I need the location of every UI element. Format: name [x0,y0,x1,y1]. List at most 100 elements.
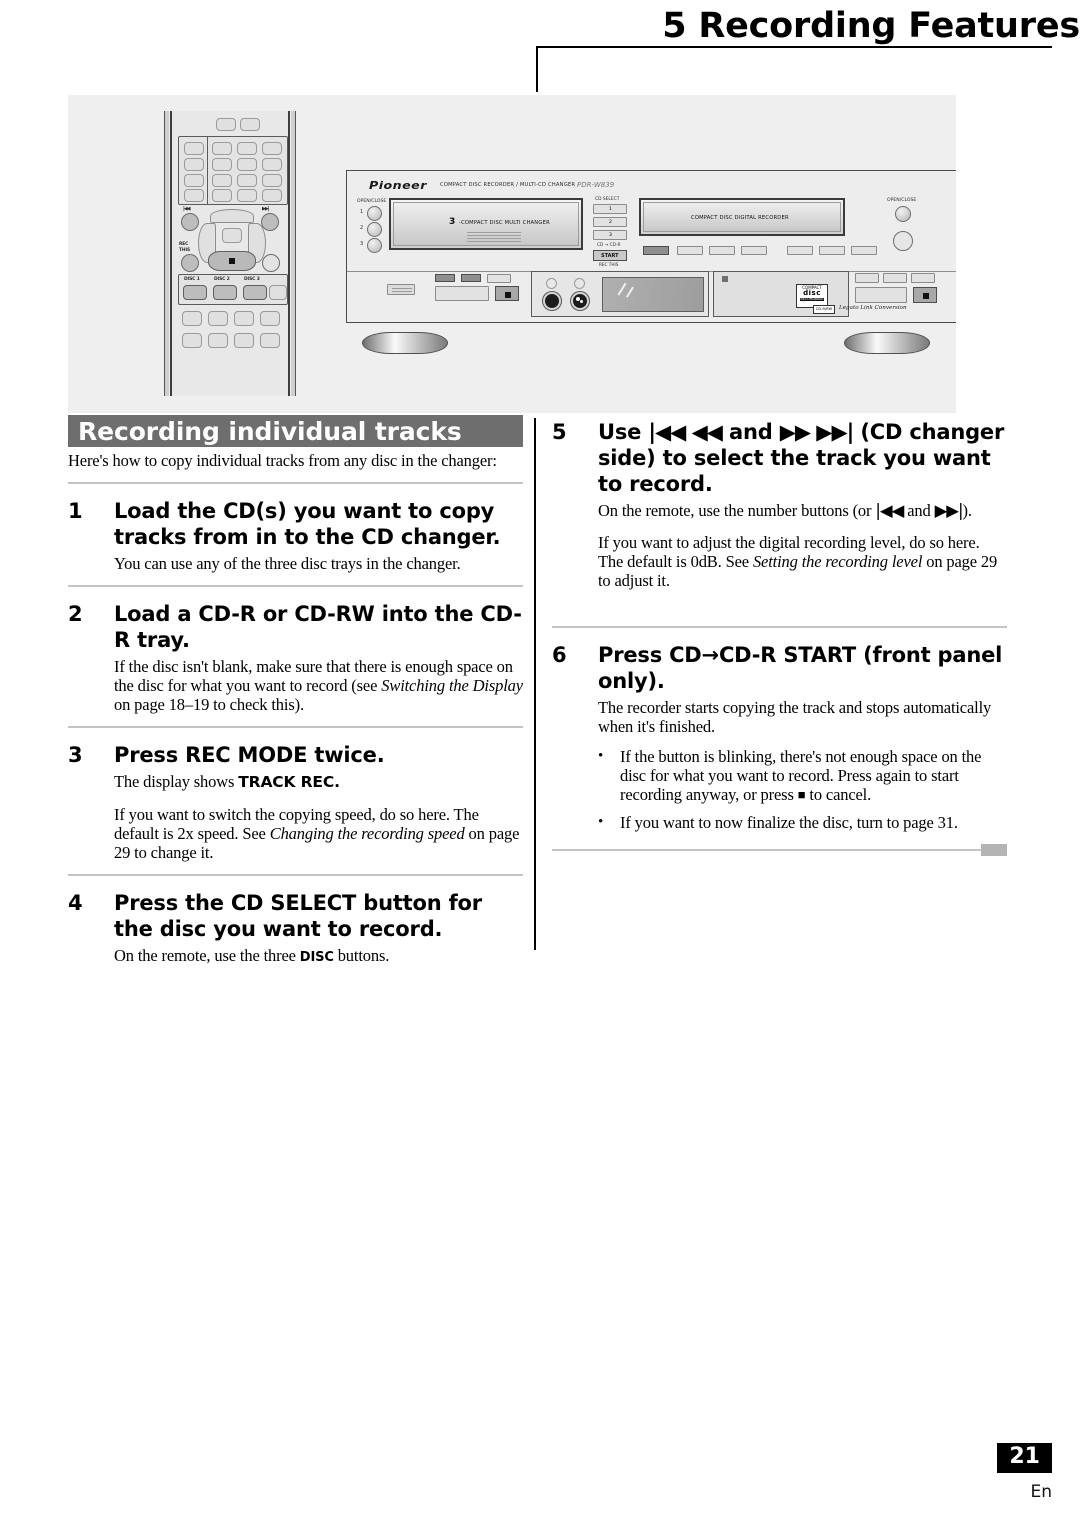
divider-rule-end [552,844,1007,856]
step-5-number: 5 [552,420,567,444]
cd-select-button-2: 2 [593,217,627,227]
remote-key [184,142,204,155]
column-divider [534,418,536,950]
deck-foot-right [844,332,930,354]
deck-next-button [461,274,481,282]
step-4-p-post: buttons. [333,946,390,965]
step-5-p1-mid: and [903,501,935,520]
step-1-number: 1 [68,499,83,523]
remote-keypad-panel [178,136,288,205]
recorder-skip-back-button [855,273,879,283]
changer-tray-grille [467,232,521,242]
remote-key [262,142,282,155]
remote-right-edge [291,111,296,396]
divider-rule [68,874,523,876]
step-3: 3 Press REC MODE twice. The display show… [68,742,523,862]
remote-skip-fwd-label: ▶▶| [262,206,269,212]
bullet-dot-icon: • [598,814,604,830]
cd-select-button-3-label: 3 [609,233,612,238]
changer-tray-number: 3 [449,217,456,227]
skip-back-arrows-icon: |◀◀ ◀◀ [648,420,723,444]
remote-key [237,158,257,171]
deck-open-close-label-right: OPEN/CLOSE [887,198,917,203]
remote-disc1-button [183,285,207,300]
deck-front-panel-illustration: Pioneer COMPACT DISC RECORDER / MULTI-CD… [346,170,960,323]
deck-play-pause-button [435,286,489,301]
skip-forward-arrow-icon: ▶▶| [934,501,964,520]
remote-control-illustration: |◀◀ ▶▶| REC THIS DISC 1 DISC 2 DISC 3 [156,111,304,396]
deck-rec-indicator [722,276,728,282]
cd-select-button-2-label: 2 [609,220,612,225]
section-intro: Here's how to copy individual tracks fro… [68,451,497,470]
step-2-paragraph: If the disc isn't blank, make sure that … [114,657,523,714]
deck-func-button [851,246,877,255]
list-item: • If you want to now finalize the disc, … [598,813,1007,832]
deck-product-line-text: COMPACT DISC RECORDER / MULTI-CD CHANGER [440,182,576,188]
step-2-p-italic: Switching the Display [381,676,523,695]
remote-body: |◀◀ ▶▶| REC THIS DISC 1 DISC 2 DISC 3 [170,111,290,396]
recorder-stop-button [913,287,937,303]
step-4-number: 4 [68,891,83,915]
deck-prev-button [435,274,455,282]
skip-back-arrow-icon: |◀◀ [875,501,904,520]
deck-eject-button-recorder [895,206,911,222]
step-3-p2-italic: Changing the recording speed [269,824,465,843]
bullet-2-text: If you want to now finalize the disc, tu… [620,813,958,832]
changer-disc-tray: 3 -COMPACT DISC MULTI CHANGER [389,198,583,250]
remote-top-key-1 [216,118,236,131]
right-column: 5 Use |◀◀ ◀◀ and ▶▶ ▶▶| (CD changer side… [552,415,1007,856]
step-1-paragraph: You can use any of the three disc trays … [114,554,461,573]
step-5: 5 Use |◀◀ ◀◀ and ▶▶ ▶▶| (CD changer side… [552,419,1007,590]
section-end-tab-marker [981,844,1007,856]
deck-tray-number-2: 2 [360,225,364,231]
display-glint [617,282,627,296]
deck-indicator-hole-1 [546,278,557,289]
deck-eject-button-1 [367,206,382,221]
remote-key [262,189,282,202]
step-5-p1-pre: On the remote, use the number buttons (o… [598,501,876,520]
remote-skip-back-button [181,213,199,231]
headphone-jack [543,292,561,310]
remote-bottom-key [234,333,254,348]
language-code: En [1030,1482,1052,1502]
step-2-p-post: on page 18–19 to check this). [114,695,304,714]
deck-func-button [677,246,703,255]
deck-func-button [819,246,845,255]
remote-disc1-label: DISC 1 [184,277,200,282]
remote-left-edge [164,111,169,396]
page-title: 5 Recording Features [662,6,1080,46]
divider-rule [68,726,523,728]
remote-bottom-key [260,311,280,326]
deck-func-button [787,246,813,255]
step-4-paragraph: On the remote, use the three DISC button… [114,946,523,967]
cd-to-cdr-start-button: START [593,250,627,261]
remote-skip-back-label: |◀◀ [183,206,190,212]
recorder-tray-caption: COMPACT DISC DIGITAL RECORDER [691,215,789,221]
changer-tray-caption: -COMPACT DISC MULTI CHANGER [459,220,550,226]
deck-open-close-label-left: OPEN/CLOSE [357,199,387,204]
remote-key [212,142,232,155]
remote-bottom-key [208,333,228,348]
list-item: • If the button is blinking, there's not… [598,747,1007,804]
cdr-rw-logo-mark: CD-R/RW [813,305,835,314]
disc-button-name: DISC [299,950,334,965]
step-5-title-mid: and [721,420,780,444]
recorder-play-button [855,287,907,303]
step-5-paragraph-1: On the remote, use the number buttons (o… [598,501,1007,520]
remote-bottom-key [182,333,202,348]
illustration-right-margin [956,95,998,413]
stop-square-icon [229,258,235,264]
remote-center-key [222,228,242,243]
remote-disc2-button [213,285,237,300]
legato-link-text: Legato Link Conversion [839,305,907,311]
deck-rec-this-label: REC THIS [599,262,619,267]
remote-key [184,189,204,202]
deck-eject-button-3 [367,238,382,253]
remote-key [237,189,257,202]
cd-select-button-1-label: 1 [609,207,612,212]
step-5-p1-post: ). [962,501,972,520]
divider-rule [552,626,1007,628]
step-3-paragraph-1: The display shows TRACK REC. [114,772,523,792]
step-4-title: Press the CD SELECT button for the disc … [114,891,482,941]
deck-lower-display-strip [387,284,415,295]
